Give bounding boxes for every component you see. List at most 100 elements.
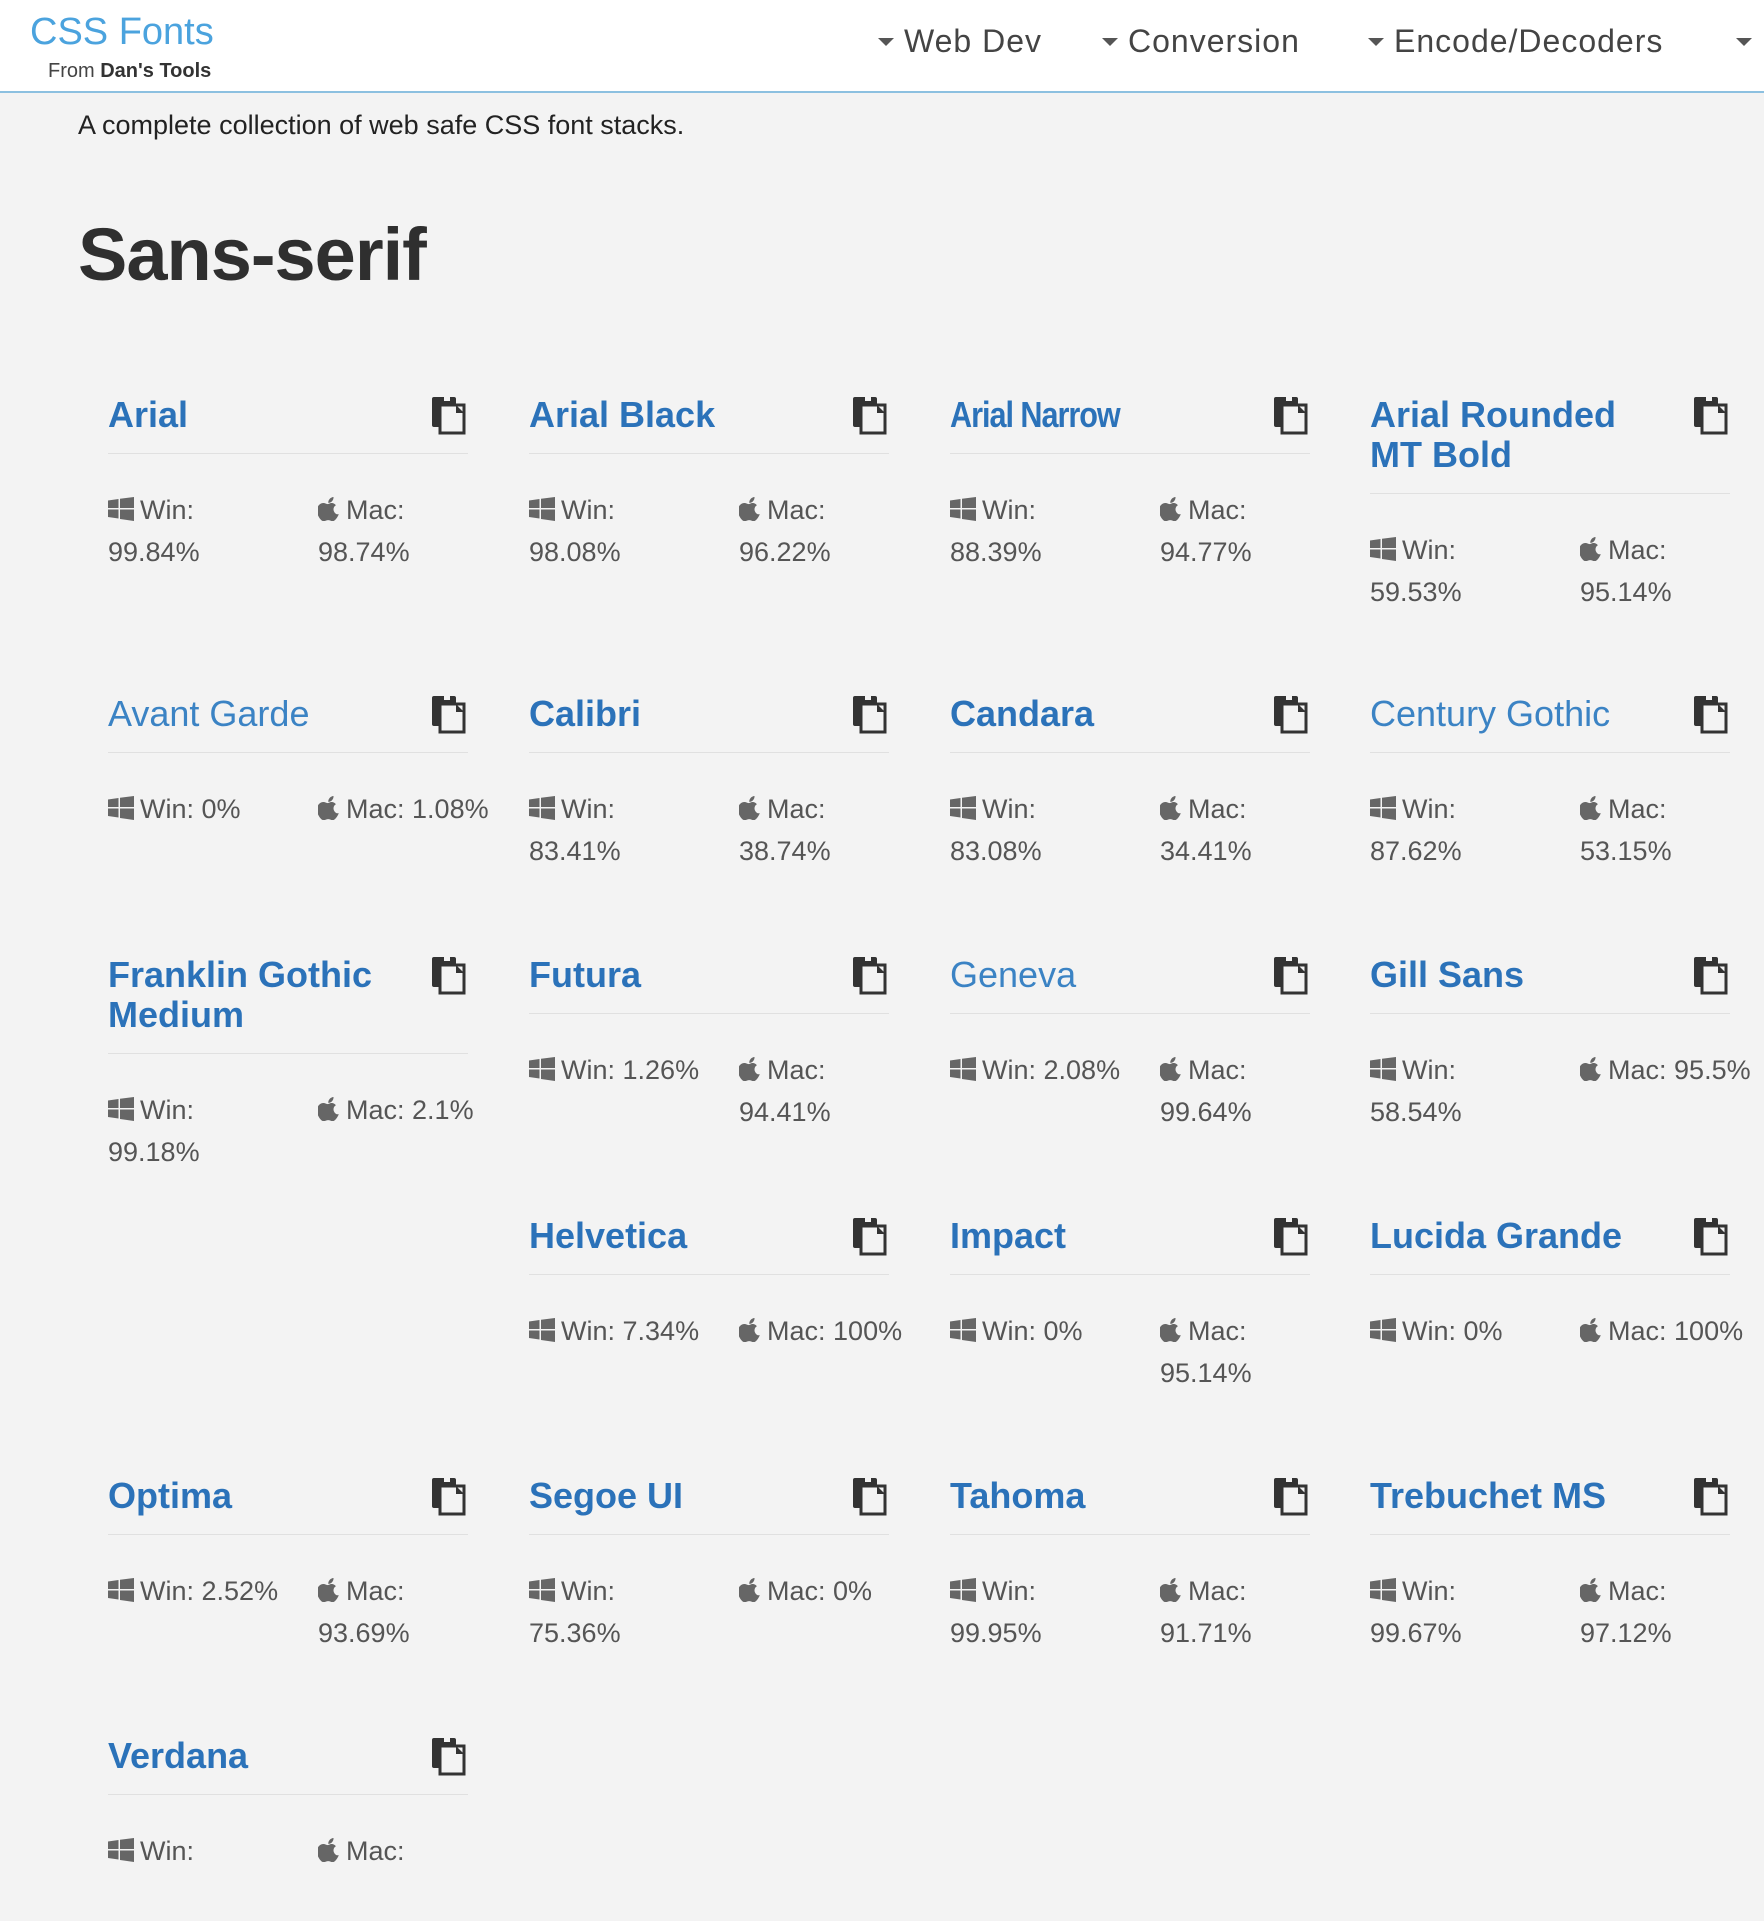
font-card: Optima Win: 2.52% Mac: 93.69% [108,1476,468,1661]
win-label: Win: [1402,1316,1456,1346]
brand-sub-prefix: From [48,60,95,82]
windows-icon [108,1573,134,1613]
win-percentage: 2.52% [201,1576,279,1606]
mac-support: Mac: 100% [1578,1311,1755,1353]
font-name[interactable]: Lucida Grande [1370,1216,1650,1256]
brand-sub-name[interactable]: Dan's Tools [100,60,211,82]
copy-icon[interactable] [430,955,468,995]
font-name[interactable]: Calibri [529,694,809,734]
font-name[interactable]: Impact [950,1216,1230,1256]
win-percentage: 98.08% [529,537,621,567]
copy-icon[interactable] [1692,1476,1730,1516]
copy-icon[interactable] [1692,1216,1730,1256]
mac-support: Mac: 94.41% [737,1050,914,1132]
font-name[interactable]: Century Gothic [1370,694,1650,734]
mac-label: Mac: [1188,495,1247,525]
mac-label: Mac: [1188,1576,1247,1606]
brand[interactable]: CSS Fonts From Dan's Tools [30,10,214,82]
copy-icon[interactable] [1692,395,1730,435]
font-name[interactable]: Arial Black [529,395,809,435]
mac-label: Mac: [346,1576,405,1606]
brand-title[interactable]: CSS Fonts [30,10,214,54]
copy-icon[interactable] [851,955,889,995]
copy-icon[interactable] [851,1476,889,1516]
nav-encode-decoders[interactable]: Encode/Decoders [1368,20,1663,62]
font-card-header: Calibri [529,694,889,753]
copy-icon[interactable] [430,1476,468,1516]
top-bar: CSS Fonts From Dan's Tools Web Dev Conve… [0,0,1764,93]
win-support: Win: 99.95% [950,1571,1125,1653]
win-label: Win: [140,1576,194,1606]
font-name[interactable]: Tahoma [950,1476,1230,1516]
copy-icon[interactable] [851,694,889,734]
win-percentage: 75.36% [529,1618,621,1648]
nav-more[interactable] [1736,20,1762,62]
mac-support: Mac: 38.74% [737,789,914,871]
font-name[interactable]: Trebuchet MS [1370,1476,1650,1516]
win-percentage: 88.39% [950,537,1042,567]
copy-icon[interactable] [1692,955,1730,995]
apple-icon [1578,1573,1602,1613]
mac-support: Mac: 95.5% [1578,1050,1755,1092]
font-name[interactable]: Gill Sans [1370,955,1650,995]
font-card-header: Candara [950,694,1310,753]
win-percentage: 99.84% [108,537,200,567]
mac-label: Mac: [346,495,405,525]
font-card: Century Gothic Win: 87.62% Mac: 53.15% [1370,694,1730,879]
font-name[interactable]: Arial [108,395,388,435]
font-name[interactable]: Geneva [950,955,1230,995]
copy-icon[interactable] [430,1736,468,1776]
mac-support: Mac: 0% [737,1571,914,1613]
font-stats: Win: 0% Mac: 1.08% [108,789,489,879]
mac-percentage: 100% [833,1316,903,1346]
font-name[interactable]: Futura [529,955,809,995]
copy-icon[interactable] [1272,955,1310,995]
copy-icon[interactable] [851,395,889,435]
windows-icon [1370,1052,1396,1092]
copy-icon[interactable] [430,395,468,435]
font-stats: Win: 59.53% Mac: 95.14% [1370,530,1730,620]
font-card-header: Futura [529,955,889,1014]
font-name[interactable]: Arial Narrow [950,395,1188,435]
mac-support: Mac: 98.74% [316,490,493,572]
font-name[interactable]: Avant Garde [108,694,388,734]
win-label: Win: [982,495,1036,525]
font-name[interactable]: Helvetica [529,1216,809,1256]
font-name[interactable]: Verdana [108,1736,388,1776]
mac-percentage: 1.08% [412,794,489,824]
win-support: Win: 99.67% [1370,1571,1545,1653]
apple-icon [316,1833,340,1873]
apple-icon [737,1313,761,1353]
apple-icon [1158,1573,1182,1613]
win-label: Win: [561,1055,615,1085]
mac-percentage: 2.1% [412,1095,474,1125]
font-card: Avant Garde Win: 0% Mac: 1.08% [108,694,489,879]
section-title: Sans-serif [78,213,427,296]
copy-icon[interactable] [1272,395,1310,435]
mac-percentage: 93.69% [318,1618,410,1648]
windows-icon [950,1313,976,1353]
font-card-header: Franklin Gothic Medium [108,955,468,1054]
apple-icon [1158,1052,1182,1092]
font-stats: Win: 2.52% Mac: 93.69% [108,1571,468,1661]
copy-icon[interactable] [1692,694,1730,734]
font-name[interactable]: Segoe UI [529,1476,809,1516]
apple-icon [737,1573,761,1613]
win-label: Win: [982,1576,1036,1606]
copy-icon[interactable] [851,1216,889,1256]
font-card-header: Century Gothic [1370,694,1730,753]
font-name[interactable]: Candara [950,694,1230,734]
copy-icon[interactable] [430,694,468,734]
font-name[interactable]: Arial Rounded MT Bold [1370,395,1650,475]
copy-icon[interactable] [1272,1216,1310,1256]
font-stats: Win: 75.36% Mac: 0% [529,1571,889,1661]
win-support: Win: 88.39% [950,490,1125,572]
copy-icon[interactable] [1272,1476,1310,1516]
apple-icon [316,492,340,532]
font-name[interactable]: Optima [108,1476,388,1516]
nav-web-dev[interactable]: Web Dev [878,20,1042,62]
font-name[interactable]: Franklin Gothic Medium [108,955,388,1035]
nav-conversion[interactable]: Conversion [1102,20,1300,62]
font-stats: Win: 99.84% Mac: 98.74% [108,490,468,580]
copy-icon[interactable] [1272,694,1310,734]
